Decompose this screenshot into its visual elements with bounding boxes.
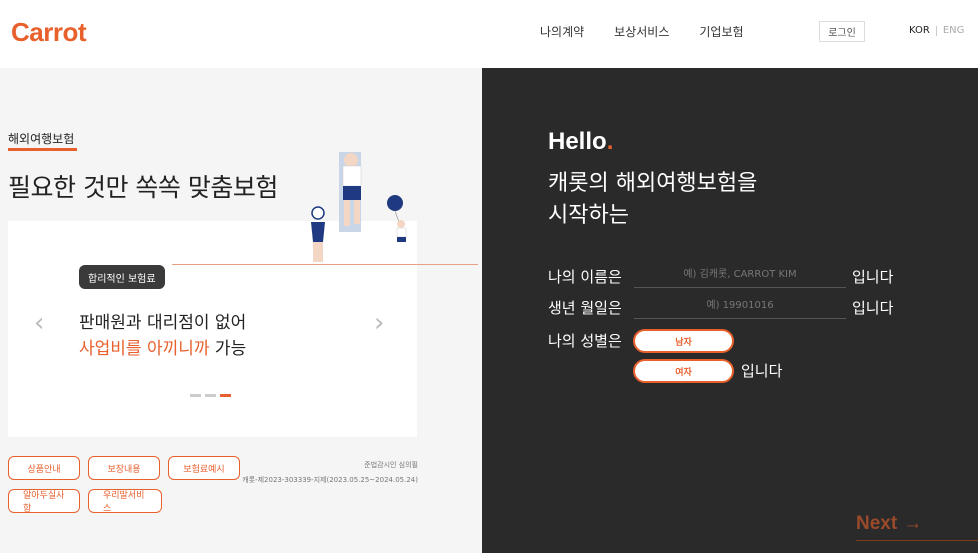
male-button[interactable]: 남자 [633,329,734,353]
slide-line-2: 사업비를 아끼니까 가능 [79,336,246,362]
product-panel: 해외여행보험 필요한 것만 쏙쏙 맞춤보험 합리적인 보험료 ‹ › 판매원과 … [0,68,482,553]
slider-dot[interactable] [205,394,216,397]
nav-item-my-contract[interactable]: 나의계약 [540,23,584,40]
main-nav: 나의계약 보상서비스 기업보험 [540,23,744,40]
name-input[interactable] [634,262,846,288]
lang-kor[interactable]: KOR [909,25,930,36]
signup-panel: Hello. 캐롯의 해외여행보험을 시작하는 나의 이름은 입니다 생년 월일… [482,68,978,553]
slide-line-1: 판매원과 대리점이 없어 [79,313,247,333]
name-suffix: 입니다 [852,268,894,286]
next-underline [856,540,978,541]
lang-eng[interactable]: ENG [943,25,965,36]
slider-dot-active[interactable] [220,394,231,397]
header: Carrot 나의계약 보상서비스 기업보험 로그인 KOR ENG [0,0,978,68]
arrow-right-icon: → [903,513,923,534]
premium-example-button[interactable]: 보험료예시 [168,456,240,480]
coverage-button[interactable]: 보장내용 [88,456,160,480]
next-button[interactable]: Next → [856,513,922,535]
login-button[interactable]: 로그인 [819,21,865,42]
product-links-row-2: 알아두실사항 우리말서비스 [8,489,162,514]
slider-dot[interactable] [190,394,201,397]
compliance-notice: 준법감시인 심의필 [364,461,418,469]
hello-dot: . [606,128,614,155]
hello-title: Hello. [548,128,613,156]
product-links-row-1: 상품안내 보장내용 보험료예시 [8,456,240,480]
name-label: 나의 이름은 [548,268,622,286]
korean-service-button[interactable]: 우리말서비스 [88,489,162,514]
nav-item-corporate[interactable]: 기업보험 [699,23,743,40]
gender-label: 나의 성별은 [548,332,622,350]
intro-text: 캐롯의 해외여행보험을 시작하는 [548,168,757,232]
hello-text: Hello [548,128,607,155]
birth-label: 생년 월일은 [548,299,622,317]
female-button[interactable]: 여자 [633,359,734,383]
intro-line-2: 시작하는 [548,203,629,228]
carrot-logo[interactable]: Carrot [11,17,87,48]
compliance-code: 캐롯-제2023-303339-지제(2023.05.25~2024.05.24… [242,476,418,484]
birthdate-input[interactable] [634,293,846,319]
category-underline [8,148,77,151]
chevron-right-icon[interactable]: › [374,308,384,338]
feature-badge: 합리적인 보험료 [79,265,165,289]
lang-divider [935,25,937,36]
notice-button[interactable]: 알아두실사항 [8,489,80,514]
gender-suffix: 입니다 [741,362,783,380]
slider-dots [190,394,231,397]
slide-highlight: 사업비를 아끼니까 [79,339,210,359]
intro-line-1: 캐롯의 해외여행보험을 [548,171,758,196]
slide-text: 판매원과 대리점이 없어 사업비를 아끼니까 가능 [79,310,246,362]
category-label: 해외여행보험 [8,132,75,146]
nav-item-compensation[interactable]: 보상서비스 [614,23,669,40]
birth-suffix: 입니다 [852,299,894,317]
chevron-left-icon[interactable]: ‹ [34,308,44,338]
next-label: Next [856,513,898,534]
beach-illustration [311,152,407,262]
product-info-button[interactable]: 상품안내 [8,456,80,480]
slide-line-2-rest: 가능 [209,339,247,359]
page-title: 필요한 것만 쏙쏙 맞춤보험 [8,173,278,202]
language-switcher: KOR ENG [909,25,964,36]
